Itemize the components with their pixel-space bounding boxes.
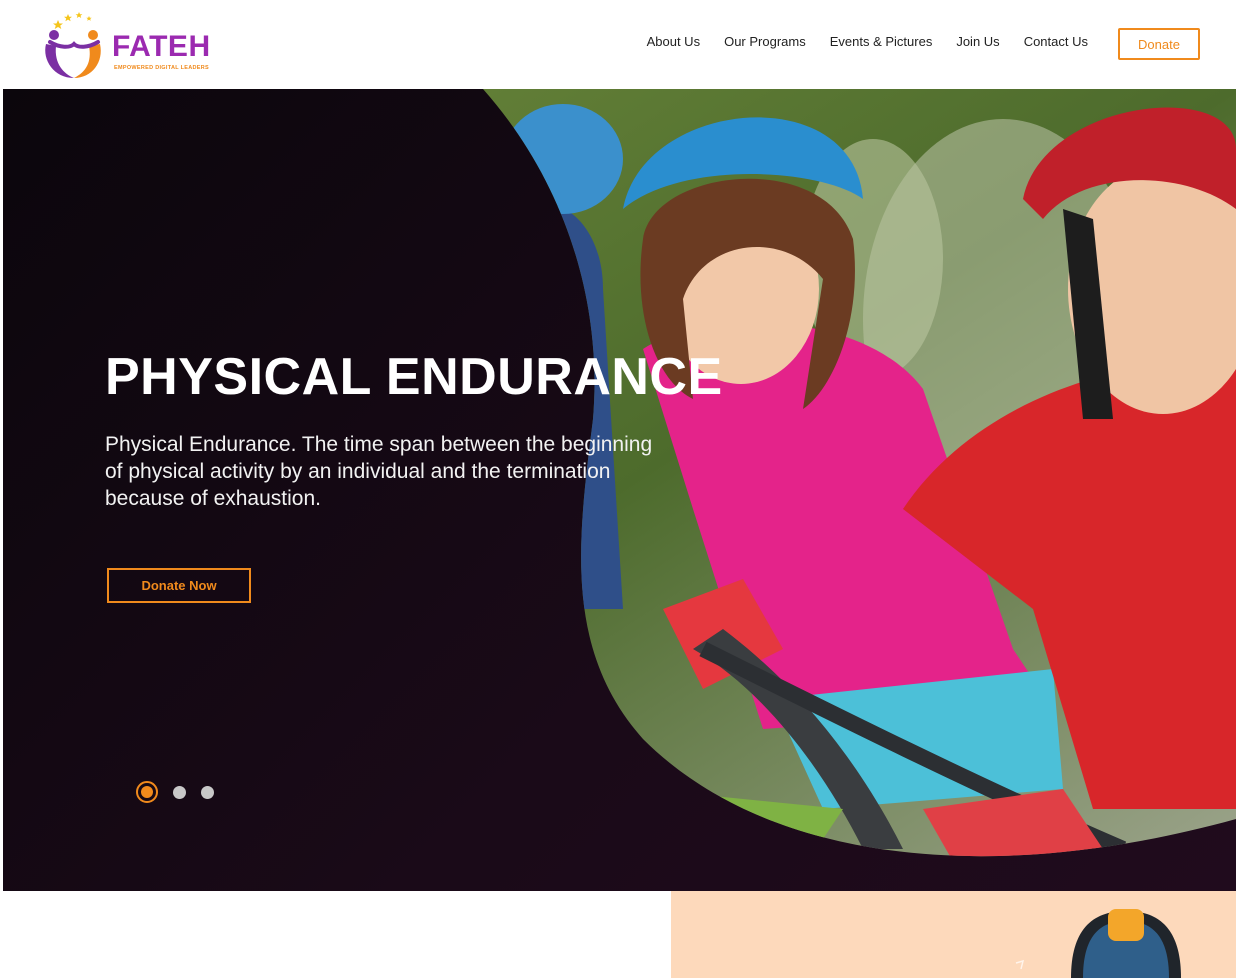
about-section <box>0 891 1236 978</box>
hero-content: PHYSICAL ENDURANCE Physical Endurance. T… <box>105 351 725 512</box>
nav-our-programs[interactable]: Our Programs <box>724 34 806 49</box>
hero-slider: PHYSICAL ENDURANCE Physical Endurance. T… <box>3 89 1236 891</box>
slider-dot-2[interactable] <box>173 785 186 799</box>
nav-contact-us[interactable]: Contact Us <box>1024 34 1088 49</box>
brand-logo[interactable]: FATEH EMPOWERED DIGITAL LEADERS <box>40 8 230 82</box>
donate-button[interactable]: Donate <box>1118 28 1200 60</box>
slider-dots <box>136 781 214 803</box>
logo-mark-icon <box>45 12 101 78</box>
donate-now-button[interactable]: Donate Now <box>107 568 251 603</box>
main-nav: About Us Our Programs Events & Pictures … <box>647 34 1088 49</box>
backpack-illustration <box>1015 909 1181 978</box>
feature-illustration <box>671 891 1236 978</box>
nav-join-us[interactable]: Join Us <box>956 34 999 49</box>
brand-name: FATEH <box>112 30 211 63</box>
nav-events-pictures[interactable]: Events & Pictures <box>830 34 933 49</box>
site-header: FATEH EMPOWERED DIGITAL LEADERS About Us… <box>0 0 1236 88</box>
brand-tagline: EMPOWERED DIGITAL LEADERS <box>114 65 209 71</box>
slider-dot-3[interactable] <box>201 785 214 799</box>
hero-description: Physical Endurance. The time span betwee… <box>105 433 653 510</box>
slider-dot-1[interactable] <box>136 781 158 803</box>
hero-title: PHYSICAL ENDURANCE <box>105 348 723 406</box>
nav-about-us[interactable]: About Us <box>647 34 700 49</box>
